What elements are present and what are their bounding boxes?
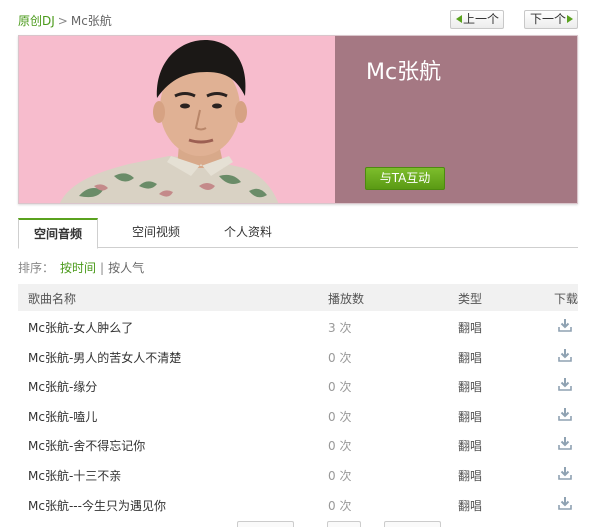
song-name-link[interactable]: Mc张航-女人肿么了 bbox=[28, 319, 133, 336]
artist-banner: Mc张航 与TA互动 bbox=[18, 35, 578, 204]
table-row: Mc张航-舍不得忘记你 0 次 翻唱 bbox=[18, 429, 578, 459]
download-icon[interactable] bbox=[558, 436, 572, 451]
artist-info-panel: Mc张航 与TA互动 bbox=[335, 36, 577, 203]
table-row: Mc张航-男人的苦女人不清楚 0 次 翻唱 bbox=[18, 341, 578, 371]
breadcrumb: 原创DJ > Mc张航 bbox=[18, 12, 112, 29]
song-name-link[interactable]: Mc张航-十三不亲 bbox=[28, 467, 121, 484]
download-icon[interactable] bbox=[558, 377, 572, 391]
tab-bar: 空间音频 空间视频 个人资料 bbox=[18, 218, 578, 249]
next-button[interactable]: 下一个 bbox=[524, 10, 578, 29]
song-type: 翻唱 bbox=[458, 468, 483, 483]
sort-label: 排序： bbox=[18, 261, 55, 275]
sort-by-time-link[interactable]: 按时间 bbox=[60, 261, 96, 275]
song-name-link[interactable]: Mc张航-舍不得忘记你 bbox=[28, 437, 145, 454]
sort-bar: 排序： 按时间 | 按人气 bbox=[18, 259, 144, 276]
interact-button[interactable]: 与TA互动 bbox=[365, 167, 445, 190]
song-name-link[interactable]: Mc张航-嗑儿 bbox=[28, 408, 97, 425]
table-row: Mc张航-女人肿么了 3 次 翻唱 bbox=[18, 311, 578, 341]
artist-photo bbox=[19, 36, 335, 203]
next-label: 下一个 bbox=[530, 12, 567, 26]
play-count: 0 次 bbox=[328, 350, 352, 365]
artist-name: Mc张航 bbox=[366, 60, 442, 85]
play-count: 0 次 bbox=[328, 468, 352, 483]
header-plays: 播放数 bbox=[328, 292, 365, 306]
previous-label: 上一个 bbox=[463, 12, 500, 26]
song-type: 翻唱 bbox=[458, 409, 483, 424]
previous-button[interactable]: 上一个 bbox=[450, 10, 504, 29]
tab-video[interactable]: 空间视频 bbox=[112, 218, 200, 248]
arrow-right-icon bbox=[567, 14, 574, 23]
song-type: 翻唱 bbox=[458, 380, 483, 395]
table-body: Mc张航-女人肿么了 3 次翻唱 Mc张航-男人的苦女人不清楚 0 次翻唱 Mc张航-缘… bbox=[18, 311, 578, 518]
artist-page: 原创DJ > Mc张航 上一个 下一个 Mc张航 与TA互动 空间音频 空间视频… bbox=[0, 0, 597, 527]
song-name-link[interactable]: Mc张航-男人的苦女人不清楚 bbox=[28, 349, 181, 366]
header-song-name: 歌曲名称 bbox=[28, 292, 77, 306]
top-bar: 原创DJ > Mc张航 上一个 下一个 bbox=[18, 10, 578, 30]
play-count: 0 次 bbox=[328, 380, 352, 395]
song-type: 翻唱 bbox=[458, 439, 483, 454]
download-icon[interactable] bbox=[558, 466, 572, 480]
pagination-prev-button[interactable] bbox=[237, 521, 294, 527]
tab-audio[interactable]: 空间音频 bbox=[18, 218, 98, 249]
tab-profile[interactable]: 个人资料 bbox=[208, 218, 288, 248]
download-icon[interactable] bbox=[558, 407, 572, 421]
table-row: Mc张航-十三不亲 0 次 翻唱 bbox=[18, 459, 578, 489]
header-download: 下载 bbox=[554, 292, 579, 306]
table-row: Mc张航-缘分 0 次 翻唱 bbox=[18, 370, 578, 400]
breadcrumb-separator: > bbox=[57, 14, 68, 28]
download-icon[interactable] bbox=[558, 318, 572, 332]
song-table: 歌曲名称 播放数 类型 下载 Mc张航-女人肿么了 3 次翻唱 Mc张航-男人的苦女… bbox=[18, 284, 578, 518]
sort-by-popularity-link[interactable]: 按人气 bbox=[108, 261, 144, 275]
breadcrumb-parent-link[interactable]: 原创DJ bbox=[18, 14, 55, 28]
table-row: Mc张航---今生只为遇见你 0 次 翻唱 bbox=[18, 489, 578, 519]
play-count: 3 次 bbox=[328, 321, 352, 335]
table-row: Mc张航-嗑儿 0 次 翻唱 bbox=[18, 400, 578, 430]
sort-divider: | bbox=[100, 261, 105, 275]
download-icon[interactable] bbox=[558, 496, 572, 510]
download-icon[interactable] bbox=[558, 348, 572, 362]
pagination-page-input[interactable] bbox=[327, 521, 361, 527]
song-type: 翻唱 bbox=[458, 321, 483, 335]
song-type: 翻唱 bbox=[458, 498, 483, 513]
play-count: 0 次 bbox=[328, 409, 352, 424]
play-count: 0 次 bbox=[328, 439, 352, 454]
arrow-left-icon bbox=[456, 14, 462, 23]
artist-photo-illustration bbox=[19, 36, 335, 203]
play-count: 0 次 bbox=[328, 498, 352, 513]
pagination-next-button[interactable] bbox=[384, 521, 441, 527]
song-name-link[interactable]: Mc张航-缘分 bbox=[28, 378, 97, 395]
table-header: 歌曲名称 播放数 类型 下载 bbox=[18, 284, 578, 311]
song-name-link[interactable]: Mc张航---今生只为遇见你 bbox=[28, 497, 166, 514]
song-type: 翻唱 bbox=[458, 350, 483, 365]
breadcrumb-current: Mc张航 bbox=[70, 14, 112, 28]
header-type: 类型 bbox=[458, 292, 483, 306]
